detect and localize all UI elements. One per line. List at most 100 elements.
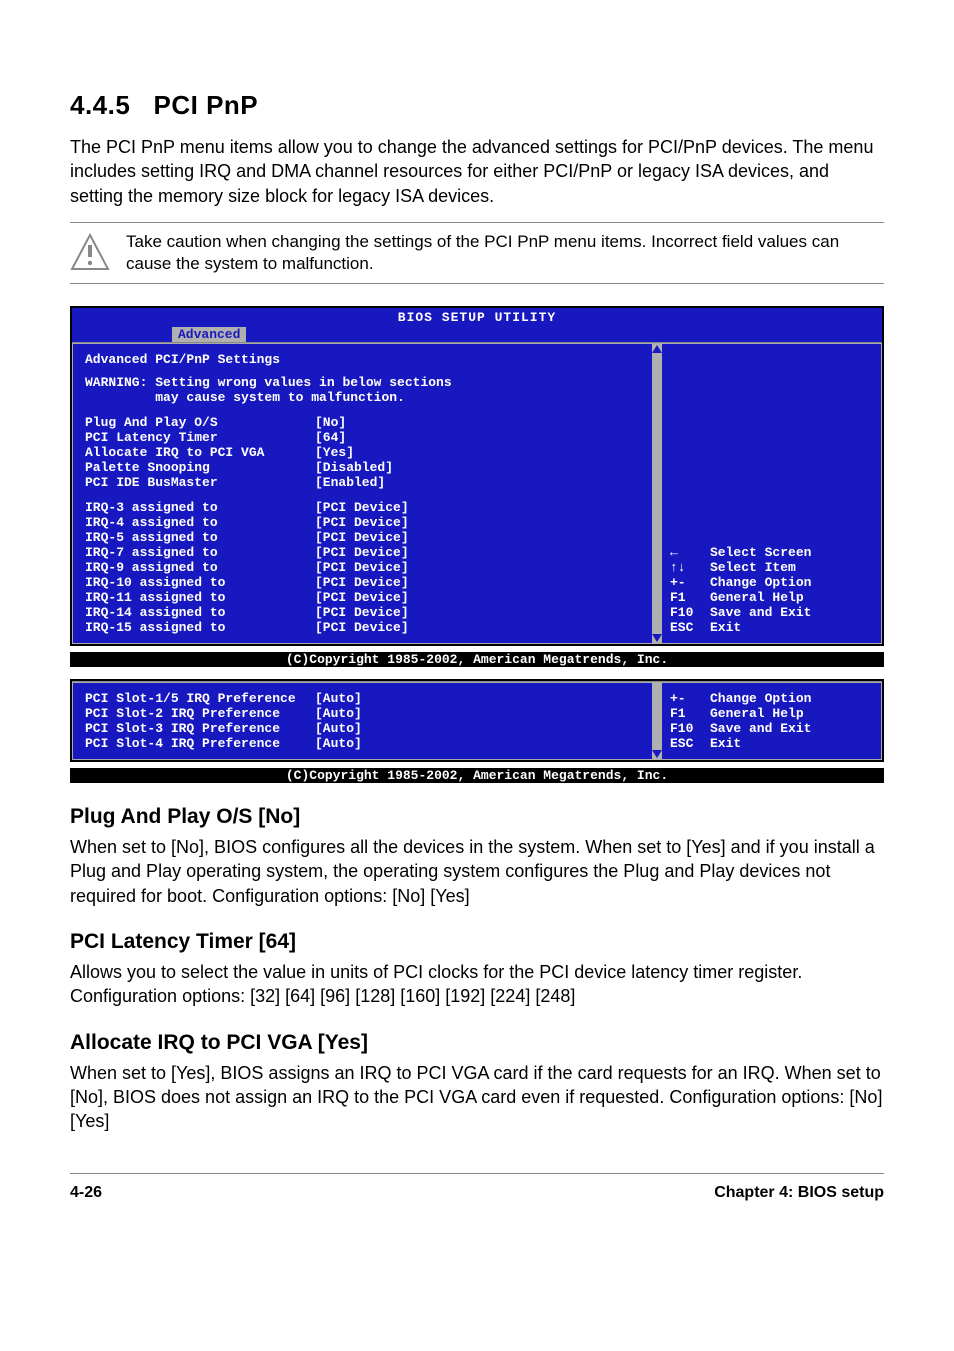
setting-value[interactable]: [Yes] [315,445,354,460]
setting-label: IRQ-3 assigned to [85,500,315,515]
subsection-body: When set to [Yes], BIOS assigns an IRQ t… [70,1061,884,1134]
setting-row[interactable]: PCI Slot-1/5 IRQ Preference[Auto] [85,691,644,706]
help-text: Exit [710,736,741,751]
setting-label: PCI IDE BusMaster [85,475,315,490]
setting-label: IRQ-14 assigned to [85,605,315,620]
setting-label: IRQ-4 assigned to [85,515,315,530]
setting-row[interactable]: IRQ-7 assigned to[PCI Device] [85,545,644,560]
setting-value[interactable]: [64] [315,430,346,445]
bios-copyright-1: (C)Copyright 1985-2002, American Megatre… [70,652,884,667]
bios-left-panel-2: PCI Slot-1/5 IRQ Preference[Auto]PCI Slo… [72,682,652,760]
setting-value[interactable]: [Auto] [315,736,362,751]
setting-row[interactable]: PCI Slot-2 IRQ Preference[Auto] [85,706,644,721]
setting-value[interactable]: [PCI Device] [315,620,409,635]
setting-label: PCI Slot-3 IRQ Preference [85,721,315,736]
subsection-body: Allows you to select the value in units … [70,960,884,1009]
bios-panel-warning: WARNING: Setting wrong values in below s… [85,375,644,405]
help-key: F1 [670,590,710,605]
page-footer: 4-26 Chapter 4: BIOS setup [70,1173,884,1202]
bios-tabbar: Advanced [72,327,882,342]
setting-value[interactable]: [PCI Device] [315,575,409,590]
bios-copyright-2: (C)Copyright 1985-2002, American Megatre… [70,768,884,783]
setting-row[interactable]: IRQ-9 assigned to[PCI Device] [85,560,644,575]
caution-callout: Take caution when changing the settings … [70,222,884,284]
setting-row[interactable]: IRQ-11 assigned to[PCI Device] [85,590,644,605]
setting-label: Allocate IRQ to PCI VGA [85,445,315,460]
setting-row[interactable]: Plug And Play O/S[No] [85,415,644,430]
setting-value[interactable]: [Auto] [315,721,362,736]
setting-value[interactable]: [PCI Device] [315,500,409,515]
setting-value[interactable]: [PCI Device] [315,545,409,560]
setting-value[interactable]: [Enabled] [315,475,385,490]
bios-title: BIOS SETUP UTILITY [72,308,882,327]
setting-value[interactable]: [Disabled] [315,460,393,475]
setting-row[interactable]: PCI Slot-3 IRQ Preference[Auto] [85,721,644,736]
setting-value[interactable]: [Auto] [315,706,362,721]
setting-value[interactable]: [No] [315,415,346,430]
help-key: F10 [670,721,710,736]
subsection-heading: Plug And Play O/S [No] [70,805,884,829]
help-text: Exit [710,620,741,635]
setting-label: PCI Slot-1/5 IRQ Preference [85,691,315,706]
setting-label: IRQ-9 assigned to [85,560,315,575]
setting-row[interactable]: IRQ-15 assigned to[PCI Device] [85,620,644,635]
scroll-up-icon[interactable] [652,345,662,353]
help-row: F1General Help [670,590,873,605]
setting-value[interactable]: [PCI Device] [315,515,409,530]
setting-row[interactable]: IRQ-3 assigned to[PCI Device] [85,500,644,515]
setting-label: Plug And Play O/S [85,415,315,430]
setting-row[interactable]: Palette Snooping[Disabled] [85,460,644,475]
footer-chapter: Chapter 4: BIOS setup [714,1184,884,1202]
setting-value[interactable]: [PCI Device] [315,605,409,620]
help-text: Select Screen [710,545,811,560]
setting-value[interactable]: [PCI Device] [315,590,409,605]
help-row: ↑↓Select Item [670,560,873,575]
help-key: +- [670,691,710,706]
help-row: ESCExit [670,620,873,635]
setting-row[interactable]: IRQ-5 assigned to[PCI Device] [85,530,644,545]
setting-value[interactable]: [PCI Device] [315,530,409,545]
setting-row[interactable]: PCI Slot-4 IRQ Preference[Auto] [85,736,644,751]
setting-row[interactable]: Allocate IRQ to PCI VGA[Yes] [85,445,644,460]
intro-paragraph: The PCI PnP menu items allow you to chan… [70,135,884,208]
setting-label: Palette Snooping [85,460,315,475]
help-key: ESC [670,620,710,635]
help-row: F1General Help [670,706,873,721]
help-key: ← [670,545,710,560]
caution-icon [70,233,110,273]
setting-row[interactable]: IRQ-4 assigned to[PCI Device] [85,515,644,530]
setting-row[interactable]: IRQ-14 assigned to[PCI Device] [85,605,644,620]
help-text: General Help [710,706,804,721]
setting-label: IRQ-10 assigned to [85,575,315,590]
setting-value[interactable]: [PCI Device] [315,560,409,575]
footer-page-number: 4-26 [70,1184,102,1202]
subsection-body: When set to [No], BIOS configures all th… [70,835,884,908]
bios-scrollbar-2[interactable] [652,682,662,760]
caution-text: Take caution when changing the settings … [126,231,884,275]
setting-label: PCI Latency Timer [85,430,315,445]
help-row: ←Select Screen [670,545,873,560]
setting-row[interactable]: PCI Latency Timer[64] [85,430,644,445]
help-text: Change Option [710,691,811,706]
subsection-heading: Allocate IRQ to PCI VGA [Yes] [70,1031,884,1055]
tab-advanced[interactable]: Advanced [172,327,246,342]
help-text: General Help [710,590,804,605]
setting-label: IRQ-5 assigned to [85,530,315,545]
bios-help-panel-2: +-Change OptionF1General HelpF10Save and… [662,682,882,760]
section-title: PCI PnP [154,90,259,120]
setting-row[interactable]: PCI IDE BusMaster[Enabled] [85,475,644,490]
scroll-down-icon[interactable] [652,634,662,642]
setting-value[interactable]: [Auto] [315,691,362,706]
setting-label: PCI Slot-4 IRQ Preference [85,736,315,751]
bios-panel-heading: Advanced PCI/PnP Settings [85,352,644,367]
help-key: ↑↓ [670,560,710,575]
help-key: F10 [670,605,710,620]
help-text: Select Item [710,560,796,575]
bios-scrollbar[interactable] [652,343,662,644]
help-row: ESCExit [670,736,873,751]
scroll-down-icon[interactable] [652,750,662,758]
setting-row[interactable]: IRQ-10 assigned to[PCI Device] [85,575,644,590]
help-key: F1 [670,706,710,721]
setting-label: PCI Slot-2 IRQ Preference [85,706,315,721]
bios-help-panel: ←Select Screen↑↓Select Item+-Change Opti… [662,343,882,644]
